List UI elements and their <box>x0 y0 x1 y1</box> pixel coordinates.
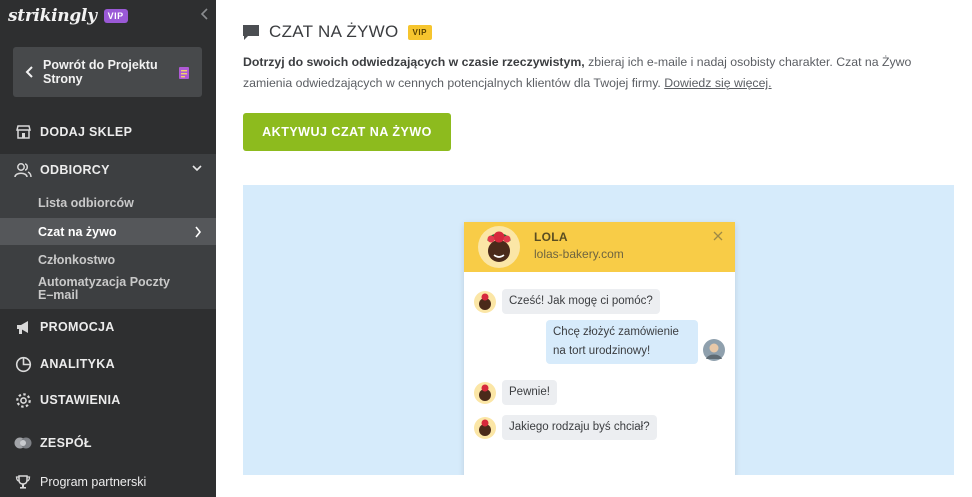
message-bubble: Chcę złożyć zamówienie na tort urodzinow… <box>546 320 698 364</box>
nav-settings[interactable]: USTAWIENIA <box>0 385 216 415</box>
close-icon[interactable] <box>713 231 723 241</box>
message-bubble: Jakiego rodzaju byś chciał? <box>502 415 657 440</box>
nav-audience[interactable]: ODBIORCY <box>0 154 216 186</box>
sub-item-label: Czat na żywo <box>38 224 117 239</box>
nav-team[interactable]: ZESPÓŁ <box>0 428 216 458</box>
nav-label: PROMOCJA <box>40 320 115 334</box>
nav-label: ZESPÓŁ <box>40 436 92 450</box>
chat-message: Chcę złożyć zamówienie na tort urodzinow… <box>546 320 725 364</box>
collapse-sidebar-icon[interactable] <box>199 7 211 21</box>
back-to-site-button[interactable]: Powrót do Projektu Strony <box>13 47 202 97</box>
learn-more-link[interactable]: Dowiedz się więcej. <box>664 76 771 90</box>
gear-icon <box>14 391 32 409</box>
nav-label: ANALITYKA <box>40 357 115 371</box>
message-bubble: Pewnie! <box>502 380 557 405</box>
vip-badge: VIP <box>103 9 128 23</box>
megaphone-icon <box>14 318 32 336</box>
sub-item-label: Lista odbiorców <box>38 196 134 210</box>
main-content: CZAT NA ŻYWO VIP Dotrzyj do swoich odwie… <box>216 0 972 497</box>
brand-logo: strikingly <box>8 6 97 26</box>
chevron-down-icon <box>192 165 202 172</box>
sub-item-label: Członkostwo <box>38 253 116 267</box>
chevron-right-icon <box>195 226 202 237</box>
team-icon <box>14 434 32 452</box>
trophy-icon <box>14 473 32 491</box>
message-bubble: Cześć! Jak mogę ci pomóc? <box>502 289 660 314</box>
chat-message: Pewnie! <box>474 380 557 405</box>
sub-item-label: Automatyzacja Poczty E–mail <box>38 275 170 302</box>
chat-header: LOLA lolas-bakery.com <box>464 222 735 272</box>
agent-avatar <box>478 226 520 268</box>
sidebar: strikingly VIP Powrót do Projektu Strony… <box>0 0 216 497</box>
chat-widget: LOLA lolas-bakery.com Cześć! Jak mogę ci… <box>464 222 735 475</box>
agent-name: LOLA <box>534 230 568 244</box>
vip-badge: VIP <box>407 24 432 40</box>
chat-message: Cześć! Jak mogę ci pomóc? <box>474 289 660 314</box>
agent-avatar <box>474 381 496 404</box>
activate-live-chat-button[interactable]: AKTYWUJ CZAT NA ŻYWO <box>243 113 451 151</box>
chat-preview: LOLA lolas-bakery.com Cześć! Jak mogę ci… <box>243 185 954 475</box>
users-icon <box>14 161 32 179</box>
agent-site: lolas-bakery.com <box>534 247 624 261</box>
audience-submenu: Lista odbiorców Czat na żywo Członkostwo… <box>0 186 216 309</box>
chat-bubble-icon <box>243 24 259 40</box>
nav-label: USTAWIENIA <box>40 393 121 407</box>
agent-avatar <box>474 290 496 313</box>
nav-label: ODBIORCY <box>40 163 110 177</box>
description-bold: Dotrzyj do swoich odwiedzających w czasi… <box>243 55 585 69</box>
nav-promotion[interactable]: PROMOCJA <box>0 312 216 342</box>
nav-label: Program partnerski <box>40 475 147 489</box>
chevron-left-icon <box>25 66 33 78</box>
sub-item-email-automation[interactable]: Automatyzacja Poczty E–mail <box>0 274 216 304</box>
nav-label: DODAJ SKLEP <box>40 125 133 139</box>
sub-item-live-chat[interactable]: Czat na żywo <box>0 218 216 245</box>
agent-avatar <box>474 416 496 439</box>
brand[interactable]: strikingly VIP <box>8 6 128 26</box>
pie-chart-icon <box>14 355 32 373</box>
page-icon <box>179 67 189 79</box>
back-label: Powrót do Projektu Strony <box>43 58 158 86</box>
nav-analytics[interactable]: ANALITYKA <box>0 349 216 379</box>
nav-add-store[interactable]: DODAJ SKLEP <box>0 117 216 147</box>
nav-partner-program[interactable]: Program partnerski <box>0 467 216 497</box>
sub-item-membership[interactable]: Członkostwo <box>0 250 216 270</box>
chat-message: Jakiego rodzaju byś chciał? <box>474 415 657 440</box>
page-header: CZAT NA ŻYWO VIP <box>242 22 432 42</box>
description: Dotrzyj do swoich odwiedzających w czasi… <box>243 52 955 94</box>
sub-item-audience-list[interactable]: Lista odbiorców <box>0 193 216 213</box>
page-title: CZAT NA ŻYWO <box>269 22 399 41</box>
store-icon <box>14 123 32 141</box>
visitor-avatar <box>703 339 725 361</box>
